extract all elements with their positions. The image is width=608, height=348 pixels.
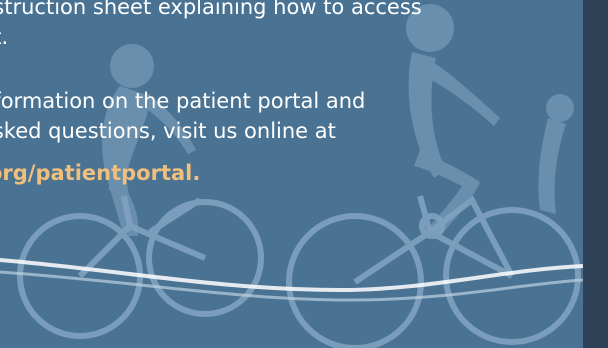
right-edge-bar <box>583 0 608 348</box>
info-line-2: asked questions, visit us online at <box>0 119 336 143</box>
info-line-1: nformation on the patient portal and <box>0 89 366 113</box>
content-panel: nstruction sheet explaining how to acces… <box>0 0 583 348</box>
instruction-line-1: nstruction sheet explaining how to acces… <box>0 0 422 19</box>
patient-portal-link[interactable]: .org/patientportal. <box>0 158 200 188</box>
instruction-line-2: nt. <box>0 25 9 49</box>
